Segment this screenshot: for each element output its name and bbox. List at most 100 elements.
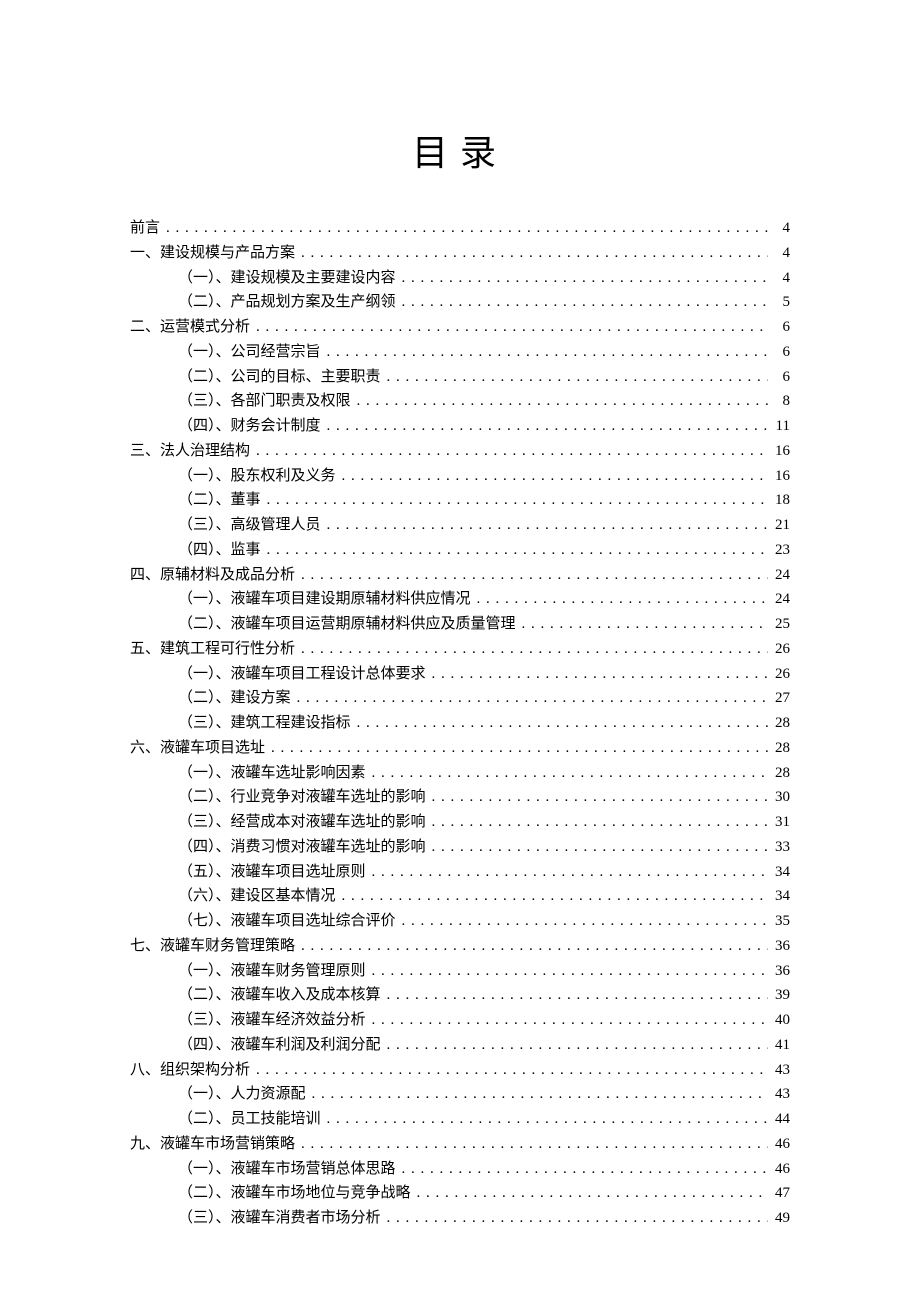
toc-row: （二）、液罐车项目运营期原辅材料供应及质量管理. . . . . . . . .… [130, 612, 790, 637]
toc-label: （三）、建筑工程建设指标 [178, 711, 355, 736]
toc-page-number: 36 [768, 934, 790, 959]
toc-label: （六）、建设区基本情况 [178, 884, 340, 909]
toc-label: （七）、液罐车项目选址综合评价 [178, 909, 400, 934]
toc-label: 一、建设规模与产品方案 [130, 241, 299, 266]
toc-row: （二）、董事. . . . . . . . . . . . . . . . . … [130, 488, 790, 513]
toc-label: （一）、建设规模及主要建设内容 [178, 266, 400, 291]
toc-page-number: 28 [768, 736, 790, 761]
toc-page-number: 46 [768, 1157, 790, 1182]
toc-row: （三）、经营成本对液罐车选址的影响. . . . . . . . . . . .… [130, 810, 790, 835]
toc-row: 六、液罐车项目选址. . . . . . . . . . . . . . . .… [130, 736, 790, 761]
toc-page-number: 24 [768, 563, 790, 588]
toc-leader-dots: . . . . . . . . . . . . . . . . . . . . … [520, 612, 768, 637]
toc-page-number: 24 [768, 587, 790, 612]
toc-page-number: 44 [768, 1107, 790, 1132]
page-title: 目录 [130, 124, 790, 176]
toc-label: （三）、液罐车消费者市场分析 [178, 1206, 385, 1231]
toc-page-number: 49 [768, 1206, 790, 1231]
toc-label: （二）、员工技能培训 [178, 1107, 325, 1132]
toc-page-number: 30 [768, 785, 790, 810]
toc-label: （一）、液罐车选址影响因素 [178, 761, 370, 786]
toc-label: （二）、行业竞争对液罐车选址的影响 [178, 785, 430, 810]
toc-leader-dots: . . . . . . . . . . . . . . . . . . . . … [430, 662, 768, 687]
toc-page-number: 41 [768, 1033, 790, 1058]
toc-page-number: 6 [768, 340, 790, 365]
document-page: 目录 前言. . . . . . . . . . . . . . . . . .… [0, 0, 920, 1301]
toc-row: （三）、液罐车经济效益分析. . . . . . . . . . . . . .… [130, 1008, 790, 1033]
toc-leader-dots: . . . . . . . . . . . . . . . . . . . . … [295, 686, 768, 711]
toc-leader-dots: . . . . . . . . . . . . . . . . . . . . … [310, 1082, 768, 1107]
toc-label: （三）、各部门职责及权限 [178, 389, 355, 414]
toc-label: 六、液罐车项目选址 [130, 736, 269, 761]
toc-row: （四）、液罐车利润及利润分配. . . . . . . . . . . . . … [130, 1033, 790, 1058]
toc-row: （一）、液罐车项目建设期原辅材料供应情况. . . . . . . . . . … [130, 587, 790, 612]
toc-row: （二）、产品规划方案及生产纲领. . . . . . . . . . . . .… [130, 290, 790, 315]
toc-leader-dots: . . . . . . . . . . . . . . . . . . . . … [299, 241, 768, 266]
toc-label: （一）、公司经营宗旨 [178, 340, 325, 365]
toc-label: （三）、液罐车经济效益分析 [178, 1008, 370, 1033]
toc-label: （四）、液罐车利润及利润分配 [178, 1033, 385, 1058]
toc-leader-dots: . . . . . . . . . . . . . . . . . . . . … [475, 587, 768, 612]
toc-page-number: 47 [768, 1181, 790, 1206]
toc-leader-dots: . . . . . . . . . . . . . . . . . . . . … [400, 266, 768, 291]
toc-leader-dots: . . . . . . . . . . . . . . . . . . . . … [370, 959, 768, 984]
toc-leader-dots: . . . . . . . . . . . . . . . . . . . . … [265, 538, 768, 563]
toc-page-number: 16 [768, 439, 790, 464]
toc-leader-dots: . . . . . . . . . . . . . . . . . . . . … [254, 439, 768, 464]
toc-label: （一）、液罐车项目建设期原辅材料供应情况 [178, 587, 475, 612]
toc-label: （二）、液罐车收入及成本核算 [178, 983, 385, 1008]
toc-leader-dots: . . . . . . . . . . . . . . . . . . . . … [340, 884, 768, 909]
toc-leader-dots: . . . . . . . . . . . . . . . . . . . . … [385, 983, 768, 1008]
toc-row: （三）、建筑工程建设指标. . . . . . . . . . . . . . … [130, 711, 790, 736]
toc-row: 一、建设规模与产品方案. . . . . . . . . . . . . . .… [130, 241, 790, 266]
toc-leader-dots: . . . . . . . . . . . . . . . . . . . . … [299, 1132, 768, 1157]
toc-page-number: 4 [768, 266, 790, 291]
toc-label: 五、建筑工程可行性分析 [130, 637, 299, 662]
toc-label: 三、法人治理结构 [130, 439, 254, 464]
toc-row: （二）、行业竞争对液罐车选址的影响. . . . . . . . . . . .… [130, 785, 790, 810]
toc-label: （一）、液罐车财务管理原则 [178, 959, 370, 984]
toc-page-number: 8 [768, 389, 790, 414]
toc-label: （一）、股东权利及义务 [178, 464, 340, 489]
toc-page-number: 34 [768, 860, 790, 885]
toc-row: 五、建筑工程可行性分析. . . . . . . . . . . . . . .… [130, 637, 790, 662]
toc-leader-dots: . . . . . . . . . . . . . . . . . . . . … [370, 860, 768, 885]
toc-leader-dots: . . . . . . . . . . . . . . . . . . . . … [385, 365, 768, 390]
toc-row: （一）、液罐车市场营销总体思路. . . . . . . . . . . . .… [130, 1157, 790, 1182]
toc-leader-dots: . . . . . . . . . . . . . . . . . . . . … [269, 736, 768, 761]
toc-page-number: 28 [768, 761, 790, 786]
toc-row: 四、原辅材料及成品分析. . . . . . . . . . . . . . .… [130, 563, 790, 588]
toc-row: 三、法人治理结构. . . . . . . . . . . . . . . . … [130, 439, 790, 464]
toc-page-number: 33 [768, 835, 790, 860]
toc-row: （三）、各部门职责及权限. . . . . . . . . . . . . . … [130, 389, 790, 414]
toc-leader-dots: . . . . . . . . . . . . . . . . . . . . … [299, 934, 768, 959]
toc-page-number: 23 [768, 538, 790, 563]
toc-page-number: 16 [768, 464, 790, 489]
toc-leader-dots: . . . . . . . . . . . . . . . . . . . . … [430, 835, 768, 860]
toc-page-number: 28 [768, 711, 790, 736]
toc-page-number: 36 [768, 959, 790, 984]
toc-row: 八、组织架构分析. . . . . . . . . . . . . . . . … [130, 1058, 790, 1083]
toc-leader-dots: . . . . . . . . . . . . . . . . . . . . … [430, 785, 768, 810]
toc-label: （三）、经营成本对液罐车选址的影响 [178, 810, 430, 835]
toc-row: （一）、人力资源配. . . . . . . . . . . . . . . .… [130, 1082, 790, 1107]
toc-leader-dots: . . . . . . . . . . . . . . . . . . . . … [430, 810, 768, 835]
toc-row: （一）、股东权利及义务. . . . . . . . . . . . . . .… [130, 464, 790, 489]
toc-label: （二）、董事 [178, 488, 265, 513]
toc-leader-dots: . . . . . . . . . . . . . . . . . . . . … [355, 389, 768, 414]
toc-leader-dots: . . . . . . . . . . . . . . . . . . . . … [340, 464, 768, 489]
toc-row: （三）、液罐车消费者市场分析. . . . . . . . . . . . . … [130, 1206, 790, 1231]
toc-leader-dots: . . . . . . . . . . . . . . . . . . . . … [355, 711, 768, 736]
toc-leader-dots: . . . . . . . . . . . . . . . . . . . . … [254, 315, 768, 340]
toc-row: （二）、公司的目标、主要职责. . . . . . . . . . . . . … [130, 365, 790, 390]
toc-label: （一）、液罐车项目工程设计总体要求 [178, 662, 430, 687]
toc-page-number: 5 [768, 290, 790, 315]
toc-row: （五）、液罐车项目选址原则. . . . . . . . . . . . . .… [130, 860, 790, 885]
toc-label: （二）、产品规划方案及生产纲领 [178, 290, 400, 315]
toc-label: （五）、液罐车项目选址原则 [178, 860, 370, 885]
toc-label: （二）、液罐车市场地位与竞争战略 [178, 1181, 415, 1206]
toc-row: （二）、建设方案. . . . . . . . . . . . . . . . … [130, 686, 790, 711]
toc-label: （四）、监事 [178, 538, 265, 563]
toc-label: 七、液罐车财务管理策略 [130, 934, 299, 959]
toc-leader-dots: . . . . . . . . . . . . . . . . . . . . … [400, 909, 768, 934]
